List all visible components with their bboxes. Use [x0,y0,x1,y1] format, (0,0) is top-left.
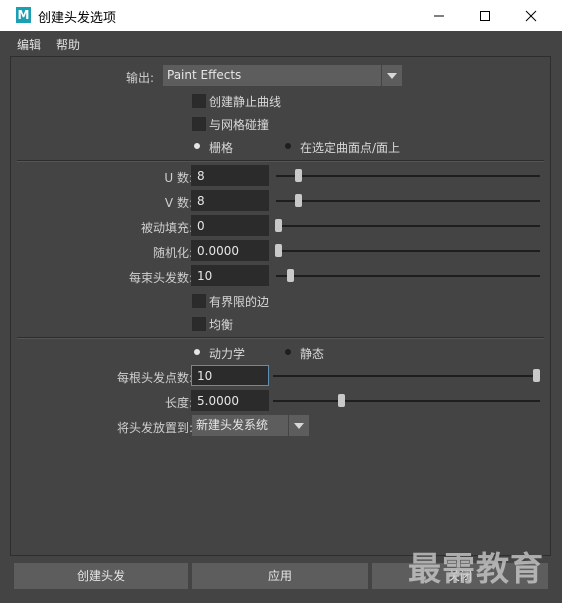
length-slider-handle[interactable] [338,394,345,407]
output-dropdown[interactable]: Paint Effects [163,65,402,86]
dynamic-radio[interactable] [194,349,200,355]
menu-bar: 编辑 帮助 [0,31,562,54]
v-count-label: V 数: [164,196,193,210]
place-into-label: 将头发放置到: [116,421,193,435]
dropdown-arrow [381,65,402,86]
v-count-slider-handle[interactable] [295,194,302,207]
options-panel: 输出: Paint Effects 创建静止曲线 与网格碰撞 栅格 在选定曲面点… [10,56,551,556]
grid-radio-label: 栅格 [209,141,234,155]
points-per-hair-slider-handle[interactable] [533,369,540,382]
passive-fill-slider-track[interactable] [276,225,540,227]
chevron-down-icon [294,422,304,429]
create-hair-button[interactable]: 创建头发 [14,563,188,589]
title-bar: M 创建头发选项 [0,0,562,31]
randomization-field[interactable]: 0.0000 [191,240,269,261]
watermark: 最需教育 [408,549,544,588]
u-count-slider-track[interactable] [276,175,540,177]
minimize-icon [434,15,444,16]
place-into-dropdown[interactable]: 新建头发系统 [192,415,309,436]
selected-points-radio-label: 在选定曲面点/面上 [300,141,401,155]
apply-button[interactable]: 应用 [192,563,368,589]
maximize-icon [480,10,490,21]
randomization-slider-handle[interactable] [275,244,282,257]
bounded-edges-label: 有界限的边 [209,295,270,309]
maximize-button[interactable] [462,0,508,31]
menu-edit[interactable]: 编辑 [17,36,41,53]
hairs-per-clump-label: 每束头发数: [128,271,193,285]
place-into-value: 新建头发系统 [196,418,269,432]
output-label: 输出: [125,71,154,85]
passive-fill-label: 被动填充: [140,221,193,235]
selected-points-radio[interactable] [285,143,291,149]
window-title: 创建头发选项 [38,11,117,26]
menu-help[interactable]: 帮助 [56,36,80,53]
separator [17,160,544,162]
randomization-label: 随机化: [152,246,193,260]
output-value: Paint Effects [167,68,242,82]
chevron-down-icon [387,72,397,79]
length-label: 长度: [164,396,193,410]
randomization-slider-track[interactable] [276,250,540,252]
minimize-button[interactable] [416,0,462,31]
v-count-field[interactable]: 8 [191,190,269,211]
dynamic-radio-label: 动力学 [209,347,246,361]
maya-app-icon: M [16,7,31,23]
points-per-hair-label: 每根头发点数: [116,371,193,385]
equalize-label: 均衡 [209,318,234,332]
points-per-hair-slider-track[interactable] [273,375,540,377]
u-count-slider-handle[interactable] [295,169,302,182]
v-count-slider-track[interactable] [276,200,540,202]
bounded-edges-checkbox[interactable] [192,294,206,308]
passive-fill-slider-handle[interactable] [275,219,282,232]
length-slider-track[interactable] [273,400,540,402]
mesh-collide-label: 与网格碰撞 [209,118,270,132]
grid-radio[interactable] [194,143,200,149]
static-radio-label: 静态 [300,347,325,361]
hairs-per-clump-slider-handle[interactable] [287,269,294,282]
equalize-checkbox[interactable] [192,317,206,331]
u-count-field[interactable]: 8 [191,165,269,186]
static-radio[interactable] [285,349,291,355]
length-field[interactable]: 5.0000 [191,390,269,411]
separator [17,337,544,339]
close-window-button[interactable] [508,0,554,31]
u-count-label: U 数: [164,171,193,185]
points-per-hair-field[interactable]: 10 [191,365,269,386]
dropdown-arrow [288,415,309,436]
static-curves-label: 创建静止曲线 [209,95,282,109]
static-curves-checkbox[interactable] [192,94,206,108]
mesh-collide-checkbox[interactable] [192,117,206,131]
close-icon [525,10,537,21]
hairs-per-clump-field[interactable]: 10 [191,265,269,286]
hairs-per-clump-slider-track[interactable] [276,275,540,277]
passive-fill-field[interactable]: 0 [191,215,269,236]
